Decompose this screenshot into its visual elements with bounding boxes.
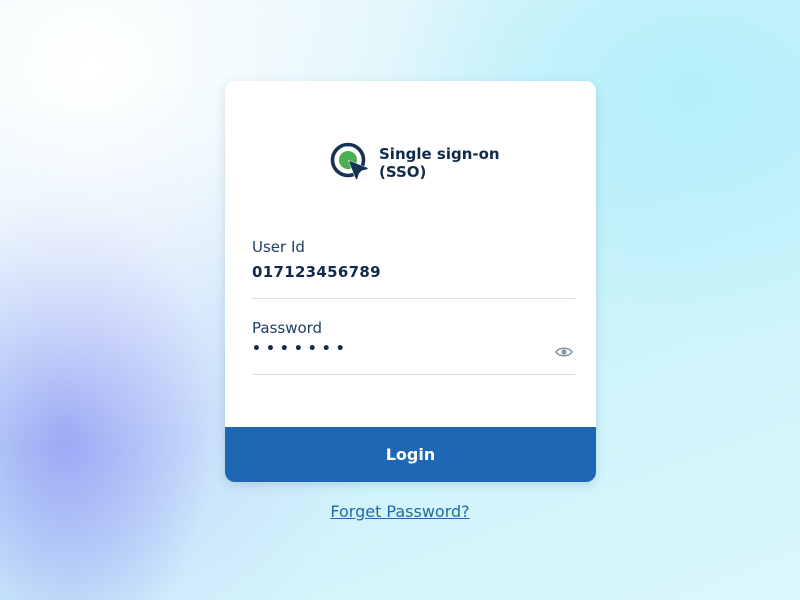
password-field[interactable]: Password ••••••• — [252, 318, 575, 375]
login-button[interactable]: Login — [225, 427, 596, 482]
password-label: Password — [252, 319, 323, 337]
user-id-field[interactable]: User Id 017123456789 — [252, 237, 575, 299]
app-title: Single sign-on (SSO) — [379, 145, 500, 181]
forget-password-link[interactable]: Forget Password? — [0, 502, 800, 521]
user-id-input[interactable]: 017123456789 — [252, 262, 575, 282]
forget-password-label[interactable]: Forget Password? — [330, 502, 469, 521]
sso-target-cursor-icon — [330, 142, 369, 181]
login-card: Single sign-on (SSO) User Id 01712345678… — [225, 81, 596, 482]
password-input[interactable]: ••••••• — [252, 342, 575, 356]
user-id-label: User Id — [252, 238, 305, 256]
eye-icon[interactable] — [555, 345, 573, 359]
brand-header: Single sign-on (SSO) — [329, 141, 504, 187]
